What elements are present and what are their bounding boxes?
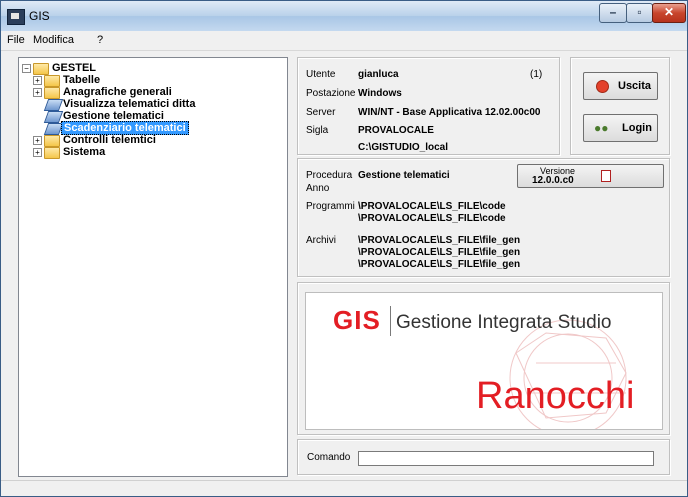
tree-item-label-selected: Scadenziario telematici (61, 121, 189, 135)
exit-icon (596, 80, 609, 93)
close-button[interactable]: ✕ (652, 3, 686, 23)
utente-count: (1) (530, 69, 543, 80)
status-bar (1, 480, 687, 496)
pdf-icon (601, 170, 611, 182)
utente-value: gianluca (358, 69, 399, 80)
procedura-label: Procedura (306, 170, 353, 181)
menu-bar: File Modifica ? (1, 31, 687, 51)
window-title: GIS (29, 9, 50, 23)
collapse-icon[interactable]: − (22, 64, 31, 73)
expand-icon[interactable]: + (33, 76, 42, 85)
title-bar[interactable]: GIS – ▫ ✕ (1, 1, 687, 31)
tree-root[interactable]: − GESTEL (22, 62, 222, 75)
app-icon (7, 9, 25, 25)
users-icon: ●● (594, 121, 609, 135)
navigation-tree[interactable]: − GESTEL + Tabelle + Anagrafiche general… (18, 57, 288, 477)
path-value: C:\GISTUDIO_local (358, 142, 449, 153)
tree-item-sistema[interactable]: + Sistema (33, 146, 263, 159)
tree-item-label: Visualizza telematici ditta (63, 98, 196, 110)
server-label: Server (306, 107, 336, 118)
procedura-panel: Procedura Gestione telematici Anno Versi… (297, 158, 670, 277)
logo-divider (390, 306, 391, 336)
programmi-value-2: \PROVALOCALE\LS_FILE\code (358, 213, 506, 224)
programmi-value-1: \PROVALOCALE\LS_FILE\code (358, 201, 506, 212)
utente-label: Utente (306, 69, 336, 80)
postazione-label: Postazione (306, 88, 356, 99)
main-window: GIS – ▫ ✕ File Modifica ? − GESTEL + Tab… (0, 0, 688, 497)
folder-icon (44, 147, 60, 159)
tree-item-anagrafiche[interactable]: + Anagrafiche generali (33, 86, 263, 99)
tree-item-label: Controlli telemtici (63, 134, 156, 146)
login-button[interactable]: ●● Login (583, 114, 658, 142)
procedura-value: Gestione telematici (358, 170, 450, 181)
tree-item-label: Anagrafiche generali (63, 86, 172, 98)
ranocchi-logo: Ranocchi (476, 375, 635, 417)
anno-label: Anno (306, 183, 330, 194)
comando-label: Comando (307, 452, 351, 463)
tree-root-label: GESTEL (52, 62, 97, 74)
logo-tagline: Gestione Integrata Studio (396, 312, 612, 333)
tree-item-label: Sistema (63, 146, 106, 158)
menu-file[interactable]: File (7, 34, 25, 46)
tree-item-controlli[interactable]: + Controlli telemtici (33, 134, 263, 147)
comando-input[interactable] (358, 451, 654, 466)
sigla-label: Sigla (306, 125, 329, 136)
postazione-value: Windows (358, 88, 402, 99)
uscita-label: Uscita (618, 80, 652, 92)
login-label: Login (622, 122, 652, 134)
programmi-label: Programmi (306, 201, 355, 212)
expand-icon[interactable]: + (33, 88, 42, 97)
tree-item-scadenziario[interactable]: Scadenziario telematici (33, 121, 263, 135)
maximize-button[interactable]: ▫ (626, 3, 653, 23)
minimize-button[interactable]: – (599, 3, 627, 23)
versione-value: 12.0.0.c0 (532, 175, 574, 186)
versione-button[interactable]: Versione 12.0.0.c0 (517, 164, 664, 188)
archivi-value-2: \PROVALOCALE\LS_FILE\file_gen (358, 247, 521, 258)
gis-logo: GIS (333, 305, 381, 335)
archivi-label: Archivi (306, 235, 337, 246)
expand-icon[interactable]: + (33, 148, 42, 157)
logo-area: GIS Gestione Integrata Studio Ranocchi (305, 292, 663, 430)
sigla-value: PROVALOCALE (358, 125, 434, 136)
tree-item-label: Tabelle (63, 74, 101, 86)
uscita-button[interactable]: Uscita (583, 72, 658, 100)
archivi-value-1: \PROVALOCALE\LS_FILE\file_gen (358, 235, 521, 246)
server-value: WIN/NT - Base Applicativa 12.02.00c00 (358, 107, 541, 118)
archivi-value-3: \PROVALOCALE\LS_FILE\file_gen (358, 259, 521, 270)
user-info-panel: Utente gianluca (1) Postazione Windows S… (297, 57, 560, 155)
actions-panel: Uscita ●● Login (570, 57, 670, 155)
menu-help[interactable]: ? (97, 34, 103, 46)
tree-item-tabelle[interactable]: + Tabelle (33, 74, 263, 87)
expand-icon[interactable]: + (33, 136, 42, 145)
menu-modifica[interactable]: Modifica (33, 34, 74, 46)
tree-item-visualizza[interactable]: Visualizza telematici ditta (33, 98, 263, 111)
